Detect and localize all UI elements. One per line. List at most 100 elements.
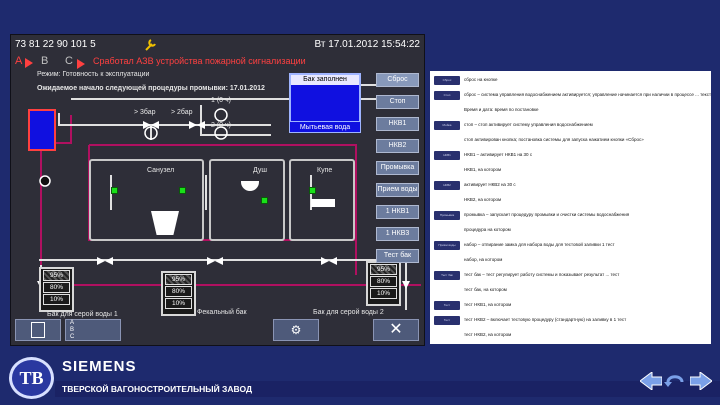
doc-row-badge: Приём воды — [434, 241, 460, 250]
room-shower[interactable]: Душ — [209, 159, 285, 241]
grey-water-tank-2: 95% 80% 10% — [366, 261, 401, 306]
doc-row: Промывка промывка – запускает процедуру п… — [430, 210, 711, 222]
room-shower-label: Душ — [253, 167, 268, 174]
water-intake-button[interactable]: Прием воды — [376, 183, 419, 197]
toilet-status-led-2 — [179, 187, 186, 194]
doc-row: процедура на котором — [430, 225, 711, 237]
legend-b: B — [70, 327, 75, 333]
faecal-tank-label: Фекальный бак — [197, 309, 247, 316]
tank3-level-95: 95% — [370, 264, 397, 275]
doc-row-badge: НКВ1 — [434, 151, 460, 160]
tank2-level-80: 80% — [165, 286, 192, 297]
flow-top-label: 1 (0 ч) — [211, 97, 231, 104]
document-icon — [31, 322, 45, 338]
doc-row: НКВ2 активирует НКВ2 на 30 с — [430, 180, 711, 192]
close-icon: ✕ — [389, 321, 403, 338]
doc-row: Время и дата: время по постановке — [430, 105, 711, 117]
tank1-level-95: 95% — [43, 270, 70, 281]
doc-row-text: процедура на котором — [464, 227, 511, 232]
nkv2-button[interactable]: НКВ2 — [376, 139, 419, 153]
room-compartment[interactable]: Купе — [289, 159, 355, 241]
sink-icon — [311, 199, 335, 207]
doc-row: Тест бак тест бак – тест регулирует работ… — [430, 270, 711, 282]
nkv1-button[interactable]: НКВ1 — [376, 117, 419, 131]
doc-row-text: набор, на котором — [464, 257, 503, 262]
close-button[interactable]: ✕ — [373, 319, 419, 341]
doc-row-text: тест бак – тест регулирует работу систем… — [464, 272, 620, 277]
doc-row-text: НКВ2, на котором — [464, 197, 502, 202]
pressure-left-label: > 3бар — [134, 109, 156, 116]
tank1-level-10: 10% — [43, 294, 70, 305]
doc-row: НКВ1, на котором — [430, 165, 711, 177]
shower-status-led — [261, 197, 268, 204]
doc-row-text: Время и дата: время по постановке — [464, 107, 539, 112]
room-compartment-label: Купе — [317, 167, 333, 174]
doc-row: Стоп сброс – система управления водоснабж… — [430, 90, 711, 102]
grey-tank-2-label: Бак для серой воды 2 — [313, 309, 384, 316]
doc-row: стоп активирован кнопка; постановка сист… — [430, 135, 711, 147]
doc-row-text: стоп – стоп активирует систему управлени… — [464, 122, 593, 127]
doc-row-badge: Стоп — [434, 91, 460, 100]
doc-row-badge: Промывка — [434, 211, 460, 220]
flush-button[interactable]: Промывка — [376, 161, 419, 175]
room-toilet-label: Санузел — [147, 167, 175, 174]
doc-row: тест НКВ2, на котором — [430, 330, 711, 342]
document-button[interactable] — [15, 319, 61, 341]
tank1-level-80: 80% — [43, 282, 70, 293]
doc-row-badge: НКВ2 — [434, 181, 460, 190]
doc-row: Мойка стоп – стоп активирует систему упра… — [430, 120, 711, 132]
doc-row: тест бак, на котором — [430, 285, 711, 297]
doc-row-text: тест бак, на котором — [464, 287, 507, 292]
faecal-tank: 95% 80% 10% — [161, 271, 196, 316]
shower-head-icon — [241, 181, 259, 191]
doc-row: Тест тест НКВ1, на котором — [430, 300, 711, 312]
next-arrow-icon[interactable] — [689, 371, 713, 391]
doc-row: Сброс сброс на кнопке — [430, 75, 711, 87]
doc-row-text: промывка – запускает процедуру промывки … — [464, 212, 630, 217]
hmi-panel: 73 81 22 90 101 5 Вт 17.01.2012 15:54:22… — [10, 34, 425, 346]
return-arrow-icon[interactable] — [664, 372, 686, 390]
doc-row-text: сброс – система управления водоснабжение… — [464, 92, 711, 97]
doc-row-text: тест НКВ2, на котором — [464, 332, 512, 337]
doc-row: НКВ1 НКВ1 – активирует НКВ1 на 30 с — [430, 150, 711, 162]
doc-row-text: НКВ1 – активирует НКВ1 на 30 с — [464, 152, 533, 157]
settings-button[interactable]: ⚙ — [273, 319, 319, 341]
doc-row-badge: Тест — [434, 301, 460, 310]
doc-row-text: набор – отпирание замка для набора воды … — [464, 242, 615, 247]
doc-row-text: тест НКВ2 – включает тестовую процедуру … — [464, 317, 627, 322]
boiler-tank — [28, 109, 56, 151]
nkv1-test-button[interactable]: 1 НКВ1 — [376, 205, 419, 219]
tank3-level-80: 80% — [370, 276, 397, 287]
brand-text: SIEMENS — [62, 358, 137, 375]
nkv3-test-button[interactable]: 1 НКВ3 — [376, 227, 419, 241]
grey-tank-1-label: Бак для серой воды 1 — [47, 311, 118, 318]
toilet-status-led — [111, 187, 118, 194]
room-toilet[interactable]: Санузел — [89, 159, 204, 241]
doc-row-badge: Сброс — [434, 76, 460, 85]
tank-test-button[interactable]: Тест бак — [376, 249, 419, 263]
pressure-right-label: > 2бар — [171, 109, 193, 116]
gear-icon: ⚙ — [290, 323, 302, 337]
doc-row: Тест тест НКВ2 – включает тестовую процед… — [430, 315, 711, 327]
tank2-level-95: 95% — [165, 274, 192, 285]
compartment-status-led — [309, 187, 316, 194]
doc-row-text: НКВ1, на котором — [464, 167, 502, 172]
stop-button[interactable]: Стоп — [376, 95, 419, 109]
legend-button[interactable]: A B C — [65, 319, 121, 341]
doc-row-badge: Мойка — [434, 121, 460, 130]
manual-page: Сброс сброс на кнопке Стоп сброс – система … — [430, 71, 711, 344]
tank2-level-10: 10% — [165, 298, 192, 309]
doc-row: НКВ2, на котором — [430, 195, 711, 207]
doc-row-badge: Тест бак — [434, 271, 460, 280]
legend-a: A — [70, 320, 75, 326]
prev-arrow-icon[interactable] — [639, 371, 663, 391]
legend-c: C — [70, 334, 75, 340]
reset-button[interactable]: Сброс — [376, 73, 419, 87]
doc-row-text: сброс на кнопке — [464, 77, 498, 82]
doc-row-badge: Тест — [434, 316, 460, 325]
toilet-icon — [151, 211, 179, 235]
doc-row-text: тест НКВ1, на котором — [464, 302, 512, 307]
doc-row: Приём воды набор – отпирание замка для на… — [430, 240, 711, 252]
doc-row-text: стоп активирован кнопка; постановка сист… — [464, 137, 644, 142]
doc-row: набор, на котором — [430, 255, 711, 267]
